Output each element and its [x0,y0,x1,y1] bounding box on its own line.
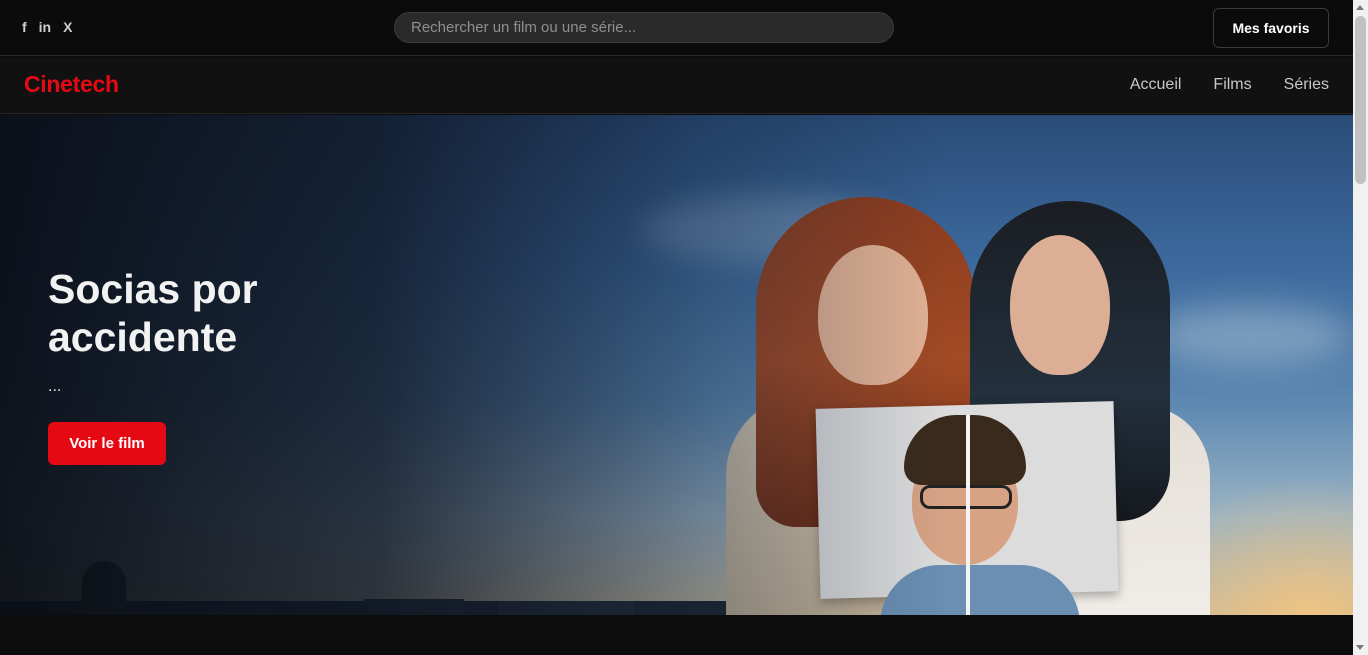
site-logo[interactable]: Cinetech [24,71,119,98]
hero-overlay [0,115,1353,615]
content-area [0,615,1353,655]
linkedin-icon[interactable]: in [39,18,51,36]
hero-banner: Socias por accidente ... Voir le film [0,115,1353,615]
facebook-icon[interactable]: f [22,18,27,36]
search-input[interactable] [394,12,894,43]
scroll-down-icon[interactable] [1356,645,1364,650]
nav-link-series[interactable]: Séries [1284,76,1329,94]
x-icon[interactable]: X [63,18,72,36]
nav-link-films[interactable]: Films [1213,76,1251,94]
social-links: f in X [22,18,72,36]
hero-description: ... [48,378,62,395]
scroll-up-icon[interactable] [1356,5,1364,10]
main-nav: Cinetech Accueil Films Séries [0,57,1353,114]
scroll-thumb[interactable] [1355,16,1366,184]
top-bar: f in X Mes favoris [0,0,1353,56]
nav-links: Accueil Films Séries [1130,76,1329,94]
page-scrollbar[interactable] [1353,0,1368,655]
favorites-button[interactable]: Mes favoris [1213,8,1329,48]
watch-movie-button[interactable]: Voir le film [48,422,166,465]
hero-title: Socias por accidente [48,266,258,360]
nav-link-accueil[interactable]: Accueil [1130,76,1182,94]
page: f in X Mes favoris Cinetech Accueil Film… [0,0,1353,655]
